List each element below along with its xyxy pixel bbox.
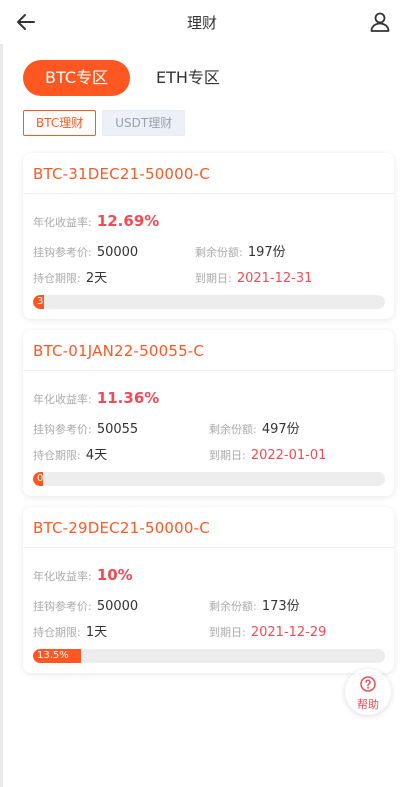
remaining-value: 197份 <box>247 245 286 260</box>
question-circle-icon <box>360 676 376 692</box>
remaining-label: 剩余份额: <box>195 246 243 259</box>
tab-eth-zone[interactable]: ETH专区 <box>130 60 242 96</box>
remaining-value: 173份 <box>261 599 300 614</box>
product-name: BTC-01JAN22-50055-C <box>33 342 205 360</box>
user-icon[interactable] <box>368 10 392 34</box>
progress-fill: 3% <box>33 295 44 309</box>
remaining-label: 剩余份额: <box>209 600 257 613</box>
term-value: 2天 <box>85 271 108 286</box>
expiry-label: 到期日: <box>209 449 246 462</box>
product-card[interactable]: BTC-29DEC21-50000-C 年化收益率: 10% 挂钩参考价: 50… <box>23 507 394 673</box>
ref-price-label: 挂钩参考价: <box>33 423 92 436</box>
divider <box>23 193 394 194</box>
product-name: BTC-29DEC21-50000-C <box>33 519 210 537</box>
remaining-value: 497份 <box>261 422 300 437</box>
product-card[interactable]: BTC-01JAN22-50055-C 年化收益率: 11.36% 挂钩参考价:… <box>23 330 394 496</box>
annual-yield-value: 12.69% <box>96 212 160 230</box>
ref-price-label: 挂钩参考价: <box>33 246 92 259</box>
tab-usdt-finance[interactable]: USDT理财 <box>102 110 186 136</box>
annual-yield-label: 年化收益率: <box>33 570 92 583</box>
sub-tabs: BTC理财 USDT理财 <box>23 110 186 136</box>
progress-fill: 13.5% <box>33 649 81 663</box>
progress-bar: 13.5% <box>33 649 385 663</box>
divider <box>23 370 394 371</box>
term-value: 1天 <box>85 625 108 640</box>
divider <box>23 547 394 548</box>
annual-yield-label: 年化收益率: <box>33 393 92 406</box>
help-button[interactable]: 帮助 <box>345 669 391 715</box>
term-value: 4天 <box>85 448 108 463</box>
ref-price-value: 50000 <box>96 599 139 614</box>
main-content: BTC专区 ETH专区 BTC理财 USDT理财 BTC-31DEC21-500… <box>0 44 404 787</box>
remaining-label: 剩余份额: <box>209 423 257 436</box>
ref-price-label: 挂钩参考价: <box>33 600 92 613</box>
annual-yield-label: 年化收益率: <box>33 216 92 229</box>
term-label: 持仓期限: <box>33 272 81 285</box>
term-label: 持仓期限: <box>33 449 81 462</box>
progress-bar: 3% <box>33 295 385 309</box>
expiry-label: 到期日: <box>195 272 232 285</box>
annual-yield-value: 10% <box>96 566 133 584</box>
progress-fill: 0% <box>33 472 43 486</box>
zone-tabs: BTC专区 ETH专区 <box>23 60 242 96</box>
term-label: 持仓期限: <box>33 626 81 639</box>
expiry-value: 2022-01-01 <box>250 448 327 463</box>
tab-btc-finance[interactable]: BTC理财 <box>23 110 97 136</box>
product-card[interactable]: BTC-31DEC21-50000-C 年化收益率: 12.69% 挂钩参考价:… <box>23 153 394 319</box>
page-title: 理财 <box>186 14 217 32</box>
expiry-label: 到期日: <box>209 626 246 639</box>
expiry-value: 2021-12-31 <box>236 271 313 286</box>
tab-btc-zone[interactable]: BTC专区 <box>23 60 130 96</box>
ref-price-value: 50055 <box>96 422 139 437</box>
help-label: 帮助 <box>357 698 379 711</box>
expiry-value: 2021-12-29 <box>250 625 327 640</box>
product-name: BTC-31DEC21-50000-C <box>33 165 210 183</box>
ref-price-value: 50000 <box>96 245 139 260</box>
progress-bar: 0% <box>33 472 385 486</box>
app-header: 理财 <box>0 0 404 44</box>
annual-yield-value: 11.36% <box>96 389 160 407</box>
